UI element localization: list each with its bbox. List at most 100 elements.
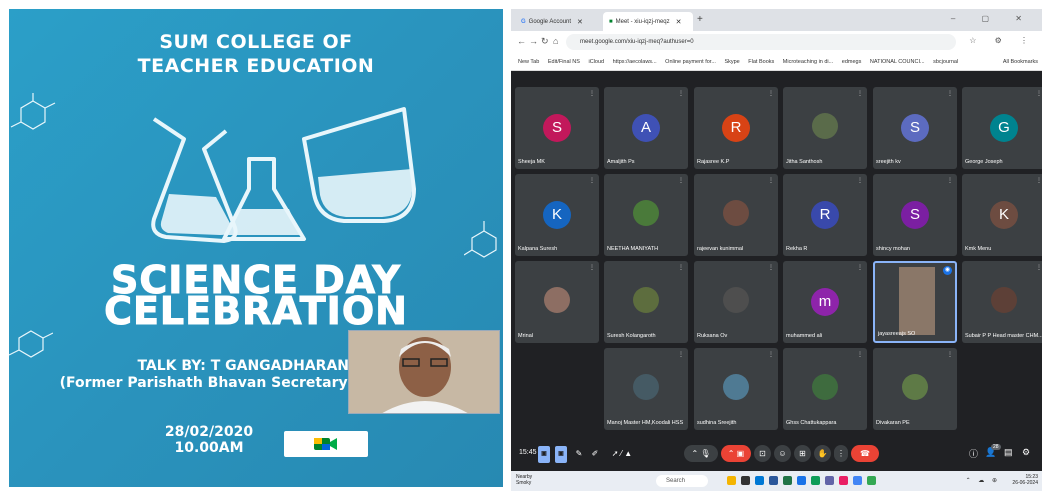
tab-label: Meet - xiu-iqzj-meqz xyxy=(615,18,670,25)
bookmark-item[interactable]: Edit/Final NS xyxy=(548,59,580,65)
taskbar-search[interactable]: Search xyxy=(656,475,708,487)
participant-tile[interactable]: ⋮ Suresh Kolangaroth xyxy=(604,261,688,343)
system-clock[interactable]: 15:23 26-06-2024 xyxy=(1012,474,1038,486)
participant-tile[interactable]: R ⋮ Rekha R xyxy=(783,174,867,256)
bookmark-item[interactable]: Microteaching in di... xyxy=(783,59,833,65)
mic-muted-icon: ⋮ xyxy=(947,352,953,358)
microphone-button[interactable]: ⌃ 🎙 xyxy=(684,445,718,462)
avatar xyxy=(812,374,838,400)
college-name-line2: TEACHER EDUCATION xyxy=(137,55,375,77)
participant-tile[interactable]: G ⋮ George Joseph xyxy=(962,87,1042,169)
mic-muted-icon: ⋮ xyxy=(947,91,953,97)
mic-muted-icon: ⋮ xyxy=(589,178,595,184)
participant-tile[interactable]: K ⋮ Kalpana Suresh xyxy=(515,174,599,256)
explorer-icon[interactable] xyxy=(727,476,736,485)
captions-button[interactable]: ⊡ xyxy=(754,445,771,462)
raise-hand-button[interactable]: ✋ xyxy=(814,445,831,462)
avatar: R xyxy=(811,201,839,229)
windows-taskbar: Nearby Smoky Search ⌃ ☁ ⊕ 15:23 26-06-20… xyxy=(511,471,1042,491)
close-icon[interactable]: ✕ xyxy=(676,18,682,26)
back-icon[interactable]: ← xyxy=(517,36,526,46)
present-button[interactable]: ⊞ xyxy=(794,445,811,462)
participant-tile[interactable]: ⋮ rajeevan kunimmal xyxy=(694,174,778,256)
more-options-button[interactable]: ⋮ xyxy=(834,445,848,462)
bookmark-item[interactable]: Flat Books xyxy=(748,59,774,65)
app-icon[interactable] xyxy=(867,476,876,485)
avatar: G xyxy=(990,114,1018,142)
participant-tile[interactable]: ◉ jayasreeajs SO xyxy=(873,261,957,343)
leave-call-button[interactable]: ☎ xyxy=(851,445,879,462)
participant-tile[interactable]: ⋮ Divakaran PE xyxy=(873,348,957,430)
app-icon[interactable] xyxy=(811,476,820,485)
app-icon[interactable] xyxy=(839,476,848,485)
window-controls[interactable]: – ▢ ✕ xyxy=(951,14,1034,23)
participant-tile[interactable]: ⋮ Mrinal xyxy=(515,261,599,343)
all-bookmarks[interactable]: All Bookmarks xyxy=(1003,59,1038,65)
participant-tile[interactable]: ⋮ Manoj Master HM,Koodali HSS xyxy=(604,348,688,430)
lab-flasks-illustration xyxy=(151,107,416,243)
info-icon[interactable]: ⓘ xyxy=(969,447,978,460)
excel-icon[interactable] xyxy=(783,476,792,485)
pen-icon[interactable]: ✎ xyxy=(573,445,585,462)
bookmark-item[interactable]: NATIONAL COUNCI... xyxy=(870,59,925,65)
molecule-icon xyxy=(464,221,497,258)
participant-tile[interactable]: A ⋮ Amaljith Ps xyxy=(604,87,688,169)
camera-off-button[interactable]: ⌃ ▣ xyxy=(721,445,751,462)
bookmark-item[interactable]: edmegs xyxy=(842,59,862,65)
layout-icon[interactable]: ▣ xyxy=(555,446,567,463)
mic-muted-icon: ⋮ xyxy=(857,178,863,184)
activities-icon[interactable]: ⚙ xyxy=(1022,447,1030,458)
participant-tile[interactable]: S ⋮ sreejith kv xyxy=(873,87,957,169)
bookmark-item[interactable]: sbcjournal xyxy=(933,59,958,65)
edge-icon[interactable] xyxy=(755,476,764,485)
participant-name: Amaljith Ps xyxy=(607,159,635,165)
participant-tile[interactable]: m ⋮ muhammed ali xyxy=(783,261,867,343)
participant-tile[interactable]: ⋮ NEETHA MANIYATH xyxy=(604,174,688,256)
participant-tile[interactable]: K ⋮ Kmk Menu xyxy=(962,174,1042,256)
close-icon[interactable]: ✕ xyxy=(577,18,583,26)
avatar xyxy=(902,374,928,400)
draw-tools-icon[interactable]: ➚ ⁄ ▲ xyxy=(607,445,637,462)
chat-icon[interactable]: ▤ xyxy=(1004,447,1013,458)
participant-tile[interactable]: S ⋮ shincy mohan xyxy=(873,174,957,256)
avatar: m xyxy=(811,288,839,316)
participant-tile[interactable]: ⋮ Subair P P Head master CHM... xyxy=(962,261,1042,343)
emoji-button[interactable]: ☺ xyxy=(774,445,791,462)
tab-google-account[interactable]: G Google Account ✕ xyxy=(515,12,601,31)
bookmark-item[interactable]: Skype xyxy=(724,59,739,65)
participant-name: muhammed ali xyxy=(786,333,823,339)
bookmark-item[interactable]: New Tab xyxy=(518,59,539,65)
participant-tile[interactable]: S ⋮ Sheeja MK xyxy=(515,87,599,169)
participant-name: Divakaran PE xyxy=(876,420,910,426)
brush-icon[interactable]: ✐ xyxy=(589,445,601,462)
tab-meet[interactable]: ■ Meet - xiu-iqzj-meqz ✕ xyxy=(603,12,693,31)
participant-name: Mrinal xyxy=(518,333,533,339)
weather-widget[interactable]: Nearby Smoky xyxy=(516,474,532,486)
participant-tile[interactable]: ⋮ Jitha Santhosh xyxy=(783,87,867,169)
event-poster: SUM COLLEGE OF TEACHER EDUCATION SCIENCE… xyxy=(9,9,503,487)
participant-tile[interactable]: ⋮ Ruksana Ov xyxy=(694,261,778,343)
chrome-icon[interactable] xyxy=(797,476,806,485)
bookmark-item[interactable]: https://aecolaws... xyxy=(613,59,657,65)
bookmark-item[interactable]: iCloud xyxy=(588,59,604,65)
new-tab-button[interactable]: + xyxy=(697,14,703,25)
participant-tile[interactable]: R ⋮ Rajasree K.P xyxy=(694,87,778,169)
reload-icon[interactable]: ↻ xyxy=(541,36,549,47)
chrome-icon[interactable] xyxy=(853,476,862,485)
browser-toolbar-icons[interactable]: ☆ ⚙ ⋮ xyxy=(969,36,1036,45)
caption-icon[interactable]: ▣ xyxy=(538,446,550,463)
tab-bar: G Google Account ✕ ■ Meet - xiu-iqzj-meq… xyxy=(511,9,1042,31)
app-icon[interactable] xyxy=(741,476,750,485)
participant-tile[interactable]: ⋮ Ghss Chattukappara xyxy=(783,348,867,430)
teams-icon[interactable] xyxy=(825,476,834,485)
participant-name: sreejith kv xyxy=(876,159,901,165)
home-icon[interactable]: ⌂ xyxy=(553,36,558,46)
bookmark-item[interactable]: Online payment for... xyxy=(665,59,716,65)
system-tray-icons[interactable]: ⌃ ☁ ⊕ xyxy=(966,477,1000,484)
speaking-icon: ◉ xyxy=(943,266,952,275)
participant-tile[interactable]: ⋮ sudhina Sreejith xyxy=(694,348,778,430)
people-icon[interactable]: 👤 28 xyxy=(985,444,1001,458)
forward-icon[interactable]: → xyxy=(529,36,538,46)
word-icon[interactable] xyxy=(769,476,778,485)
url-field[interactable]: meet.google.com/xiu-iqzj-meq?authuser=0 xyxy=(566,34,956,50)
